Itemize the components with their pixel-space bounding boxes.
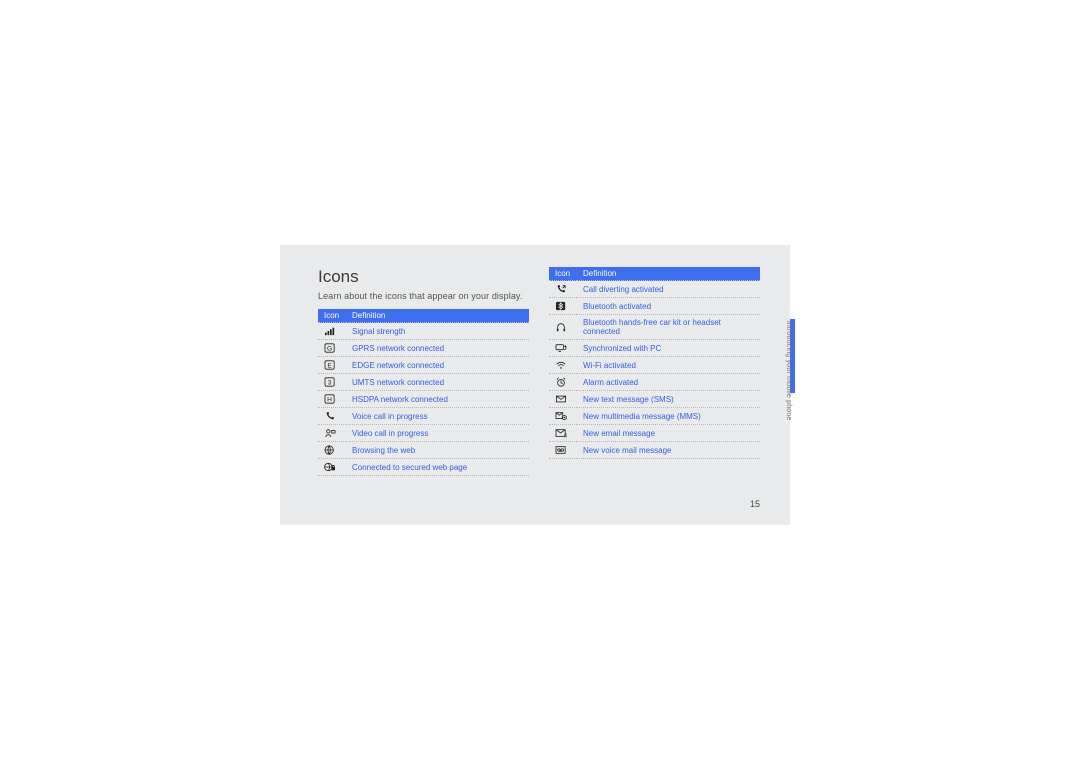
bt-headset-icon (555, 322, 567, 332)
icon-cell (549, 298, 577, 315)
icon-cell (549, 374, 577, 391)
right-column: Icon Definition Call diverting activated… (549, 267, 760, 476)
definition-cell: EDGE network connected (346, 357, 529, 374)
svg-text:H: H (327, 397, 332, 404)
definition-cell: Signal strength (346, 323, 529, 340)
table-row: E EDGE network connected (318, 357, 529, 374)
table-row: Alarm activated (549, 374, 760, 391)
icon-cell: G (318, 340, 346, 357)
call-icon (324, 411, 336, 421)
icon-cell: @ (549, 425, 577, 442)
page-title: Icons (318, 267, 529, 287)
icon-cell (318, 442, 346, 459)
icon-cell (549, 315, 577, 340)
definition-cell: Voice call in progress (346, 408, 529, 425)
alarm-icon (555, 377, 567, 387)
video-call-icon (324, 428, 336, 438)
definition-cell: New text message (SMS) (577, 391, 760, 408)
table-row: New voice mail message (549, 442, 760, 459)
icon-cell (318, 408, 346, 425)
definition-cell: Connected to secured web page (346, 459, 529, 476)
definition-cell: Alarm activated (577, 374, 760, 391)
h-box-icon: H (324, 394, 336, 404)
col-header-icon: Icon (549, 267, 577, 281)
page-number: 15 (750, 499, 760, 509)
sync-pc-icon (555, 343, 567, 353)
three-box-icon: 3 (324, 377, 336, 387)
icon-cell (549, 357, 577, 374)
definition-cell: Video call in progress (346, 425, 529, 442)
col-header-definition: Definition (346, 309, 529, 323)
icon-table-right: Icon Definition Call diverting activated… (549, 267, 760, 459)
svg-text:E: E (327, 363, 332, 370)
icon-cell (549, 408, 577, 425)
table-row: Synchronized with PC (549, 340, 760, 357)
signal-icon (324, 326, 336, 336)
icon-cell (549, 391, 577, 408)
table-row: Bluetooth hands-free car kit or headset … (549, 315, 760, 340)
definition-cell: UMTS network connected (346, 374, 529, 391)
definition-cell: GPRS network connected (346, 340, 529, 357)
icon-cell (318, 323, 346, 340)
intro-text: Learn about the icons that appear on you… (318, 291, 529, 301)
definition-cell: Bluetooth activated (577, 298, 760, 315)
table-row: Wi-Fi activated (549, 357, 760, 374)
icon-cell (549, 340, 577, 357)
table-row: Bluetooth activated (549, 298, 760, 315)
globe-lock-icon (324, 462, 336, 472)
definition-cell: New email message (577, 425, 760, 442)
bluetooth-icon (555, 301, 567, 311)
definition-cell: Bluetooth hands-free car kit or headset … (577, 315, 760, 340)
g-box-icon: G (324, 343, 336, 353)
definition-cell: HSDPA network connected (346, 391, 529, 408)
icon-cell (549, 281, 577, 298)
icon-cell (318, 425, 346, 442)
table-row: Voice call in progress (318, 408, 529, 425)
svg-text:@: @ (564, 433, 567, 438)
wifi-icon (555, 360, 567, 370)
divert-icon (555, 284, 567, 294)
icon-cell: E (318, 357, 346, 374)
definition-cell: Call diverting activated (577, 281, 760, 298)
table-row: Video call in progress (318, 425, 529, 442)
definition-cell: Browsing the web (346, 442, 529, 459)
col-header-icon: Icon (318, 309, 346, 323)
left-column: Icons Learn about the icons that appear … (318, 267, 529, 476)
table-row: @ New email message (549, 425, 760, 442)
table-row: Call diverting activated (549, 281, 760, 298)
definition-cell: New voice mail message (577, 442, 760, 459)
voicemail-icon (555, 445, 567, 455)
mms-icon (555, 411, 567, 421)
table-row: G GPRS network connected (318, 340, 529, 357)
icon-cell: H (318, 391, 346, 408)
definition-cell: Synchronized with PC (577, 340, 760, 357)
icon-cell (318, 459, 346, 476)
svg-text:G: G (327, 346, 332, 353)
icon-cell (549, 442, 577, 459)
table-row: Connected to secured web page (318, 459, 529, 476)
globe-b-icon (324, 445, 336, 455)
table-row: New multimedia message (MMS) (549, 408, 760, 425)
email-icon: @ (555, 428, 567, 438)
table-row: New text message (SMS) (549, 391, 760, 408)
icon-cell: 3 (318, 374, 346, 391)
page-content: Icons Learn about the icons that appear … (280, 245, 790, 525)
sms-icon (555, 394, 567, 404)
col-header-definition: Definition (577, 267, 760, 281)
table-row: H HSDPA network connected (318, 391, 529, 408)
table-row: 3 UMTS network connected (318, 374, 529, 391)
icon-table-left: Icon Definition Signal strength G GPRS net… (318, 309, 529, 476)
manual-page: introducing your mobile phone Icons Lear… (280, 245, 790, 525)
e-box-icon: E (324, 360, 336, 370)
definition-cell: New multimedia message (MMS) (577, 408, 760, 425)
table-row: Browsing the web (318, 442, 529, 459)
definition-cell: Wi-Fi activated (577, 357, 760, 374)
table-row: Signal strength (318, 323, 529, 340)
svg-text:3: 3 (328, 380, 332, 387)
